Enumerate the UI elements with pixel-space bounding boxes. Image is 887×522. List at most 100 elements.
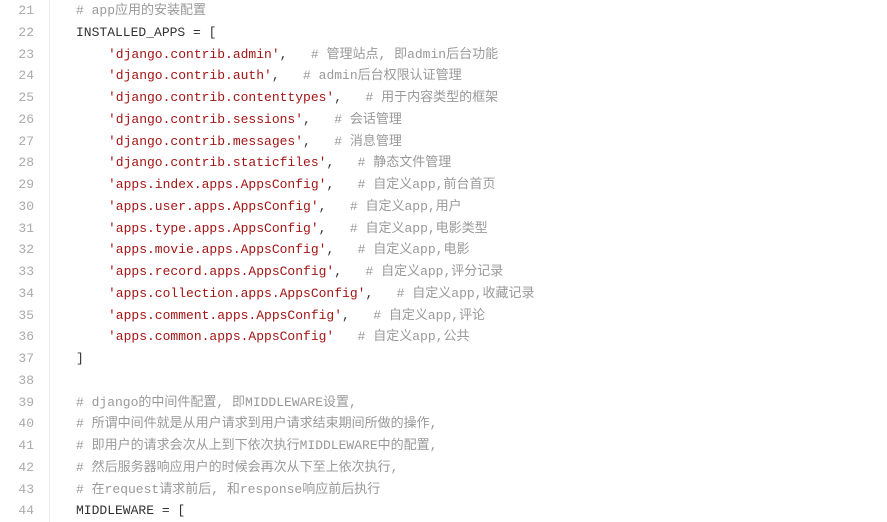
- line-number: 31: [0, 218, 34, 240]
- token-string: 'django.contrib.auth': [108, 68, 272, 83]
- code-line: # 所谓中间件就是从用户请求到用户请求结束期间所做的操作,: [60, 413, 887, 435]
- token-punct: ,: [334, 264, 365, 279]
- token-punct: ,: [319, 199, 350, 214]
- code-line: # 即用户的请求会次从上到下依次执行MIDDLEWARE中的配置,: [60, 435, 887, 457]
- token-punct: ,: [365, 286, 396, 301]
- line-number: 32: [0, 239, 34, 261]
- token-comment: # 自定义app,评论: [373, 308, 485, 323]
- token-comment: # 静态文件管理: [358, 155, 452, 170]
- token-string: 'apps.record.apps.AppsConfig': [108, 264, 334, 279]
- token-comment: # 然后服务器响应用户的时候会再次从下至上依次执行,: [76, 460, 398, 475]
- token-comment: # 自定义app,前台首页: [358, 177, 496, 192]
- line-number: 39: [0, 392, 34, 414]
- token-string: 'django.contrib.messages': [108, 134, 303, 149]
- code-line: 'apps.collection.apps.AppsConfig', # 自定义…: [60, 283, 887, 305]
- token-punct: ,: [303, 134, 334, 149]
- line-number: 41: [0, 435, 34, 457]
- token-string: 'django.contrib.sessions': [108, 112, 303, 127]
- token-string: 'apps.user.apps.AppsConfig': [108, 199, 319, 214]
- token-comment: # 自定义app,电影: [358, 242, 470, 257]
- token-comment: # 管理站点, 即admin后台功能: [311, 47, 498, 62]
- code-line: ]: [60, 348, 887, 370]
- code-line: 'django.contrib.messages', # 消息管理: [60, 131, 887, 153]
- line-number: 21: [0, 0, 34, 22]
- token-punct: ,: [272, 68, 303, 83]
- token-comment: # 所谓中间件就是从用户请求到用户请求结束期间所做的操作,: [76, 416, 437, 431]
- code-line: 'apps.user.apps.AppsConfig', # 自定义app,用户: [60, 196, 887, 218]
- line-number: 22: [0, 22, 34, 44]
- line-number: 23: [0, 44, 34, 66]
- token-punct: ,: [326, 242, 357, 257]
- token-punct: = [: [162, 503, 185, 518]
- code-line: 'apps.comment.apps.AppsConfig', # 自定义app…: [60, 305, 887, 327]
- line-number: 24: [0, 65, 34, 87]
- line-number: 29: [0, 174, 34, 196]
- line-number: 44: [0, 500, 34, 522]
- token-punct: ,: [280, 47, 311, 62]
- code-line: 'django.contrib.admin', # 管理站点, 即admin后台…: [60, 44, 887, 66]
- code-line: INSTALLED_APPS = [: [60, 22, 887, 44]
- code-line: # app应用的安装配置: [60, 0, 887, 22]
- token-string: 'django.contrib.staticfiles': [108, 155, 326, 170]
- token-comment: # 消息管理: [334, 134, 402, 149]
- code-line: 'django.contrib.auth', # admin后台权限认证管理: [60, 65, 887, 87]
- token-punct: [334, 329, 357, 344]
- code-line: # 在request请求前后, 和response响应前后执行: [60, 479, 887, 501]
- code-line: 'django.contrib.sessions', # 会话管理: [60, 109, 887, 131]
- code-line: MIDDLEWARE = [: [60, 500, 887, 522]
- line-number: 30: [0, 196, 34, 218]
- code-line: 'apps.record.apps.AppsConfig', # 自定义app,…: [60, 261, 887, 283]
- token-punct: ,: [326, 155, 357, 170]
- code-line: 'django.contrib.contenttypes', # 用于内容类型的…: [60, 87, 887, 109]
- token-string: 'apps.movie.apps.AppsConfig': [108, 242, 326, 257]
- line-number: 27: [0, 131, 34, 153]
- line-number: 37: [0, 348, 34, 370]
- token-punct: ,: [319, 221, 350, 236]
- code-line: 'apps.common.apps.AppsConfig' # 自定义app,公…: [60, 326, 887, 348]
- token-string: 'apps.type.apps.AppsConfig': [108, 221, 319, 236]
- token-punct: ,: [334, 90, 365, 105]
- token-comment: # admin后台权限认证管理: [303, 68, 462, 83]
- token-comment: # 自定义app,收藏记录: [397, 286, 535, 301]
- token-string: 'django.contrib.contenttypes': [108, 90, 334, 105]
- line-number: 25: [0, 87, 34, 109]
- token-comment: # 自定义app,公共: [358, 329, 470, 344]
- line-number: 38: [0, 370, 34, 392]
- code-line: # django的中间件配置, 即MIDDLEWARE设置,: [60, 392, 887, 414]
- token-comment: # 在request请求前后, 和response响应前后执行: [76, 482, 380, 497]
- token-punct: ,: [342, 308, 373, 323]
- token-comment: # 即用户的请求会次从上到下依次执行MIDDLEWARE中的配置,: [76, 438, 437, 453]
- code-line: 'apps.index.apps.AppsConfig', # 自定义app,前…: [60, 174, 887, 196]
- code-line: 'apps.movie.apps.AppsConfig', # 自定义app,电…: [60, 239, 887, 261]
- code-line: 'django.contrib.staticfiles', # 静态文件管理: [60, 152, 887, 174]
- token-string: 'apps.comment.apps.AppsConfig': [108, 308, 342, 323]
- token-comment: # 自定义app,评分记录: [365, 264, 503, 279]
- code-line: [60, 370, 887, 392]
- line-number: 26: [0, 109, 34, 131]
- token-string: 'apps.index.apps.AppsConfig': [108, 177, 326, 192]
- token-comment: # app应用的安装配置: [76, 3, 206, 18]
- token-comment: # 自定义app,用户: [350, 199, 462, 214]
- line-number-gutter: 2122232425262728293031323334353637383940…: [0, 0, 50, 522]
- token-comment: # 用于内容类型的框架: [365, 90, 498, 105]
- line-number: 33: [0, 261, 34, 283]
- code-line: # 然后服务器响应用户的时候会再次从下至上依次执行,: [60, 457, 887, 479]
- token-punct: ,: [303, 112, 334, 127]
- line-number: 43: [0, 479, 34, 501]
- token-punct: ,: [326, 177, 357, 192]
- token-comment: # 会话管理: [334, 112, 402, 127]
- token-string: 'apps.common.apps.AppsConfig': [108, 329, 334, 344]
- line-number: 28: [0, 152, 34, 174]
- line-number: 35: [0, 305, 34, 327]
- code-area: # app应用的安装配置INSTALLED_APPS = ['django.co…: [50, 0, 887, 522]
- token-comment: # django的中间件配置, 即MIDDLEWARE设置,: [76, 395, 357, 410]
- token-ident: INSTALLED_APPS: [76, 25, 193, 40]
- line-number: 36: [0, 326, 34, 348]
- token-string: 'django.contrib.admin': [108, 47, 280, 62]
- code-line: 'apps.type.apps.AppsConfig', # 自定义app,电影…: [60, 218, 887, 240]
- line-number: 42: [0, 457, 34, 479]
- line-number: 34: [0, 283, 34, 305]
- token-comment: # 自定义app,电影类型: [350, 221, 488, 236]
- token-punct: = [: [193, 25, 216, 40]
- token-ident: MIDDLEWARE: [76, 503, 162, 518]
